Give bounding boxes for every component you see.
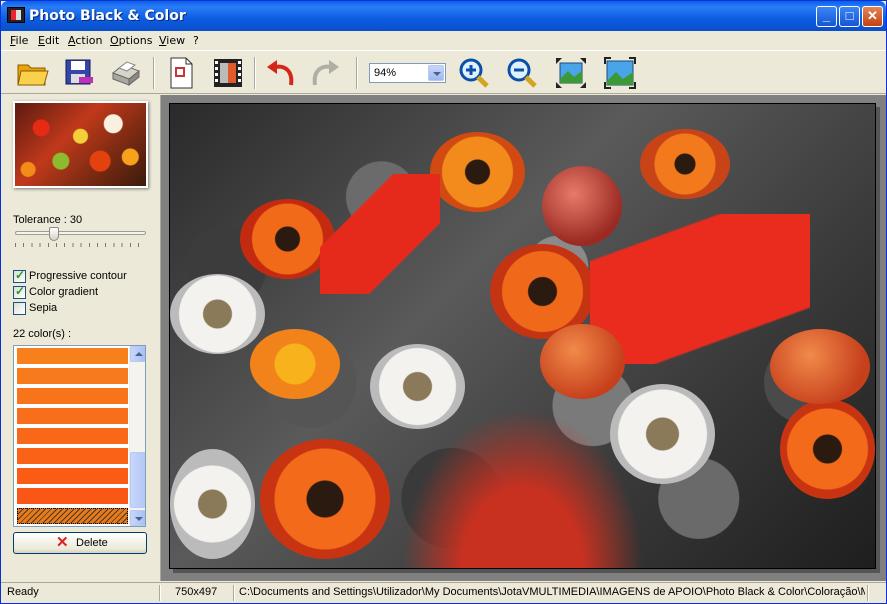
toolbar: 94%	[1, 50, 886, 94]
tolerance-label: Tolerance : 30	[13, 214, 83, 226]
image-dimensions: 750x497	[175, 586, 218, 598]
image-thumbnail[interactable]	[13, 101, 148, 188]
status-separator	[159, 585, 161, 601]
title-bar[interactable]: Photo Black & Color _ □ ✕	[1, 1, 886, 31]
status-separator	[233, 585, 235, 601]
delete-button[interactable]: ✕ Delete	[13, 532, 147, 554]
menu-options[interactable]: Options	[110, 34, 152, 47]
color-swatch[interactable]	[17, 408, 128, 424]
watermelon-slice	[320, 174, 440, 294]
color-swatch[interactable]	[17, 488, 128, 504]
chevron-down-icon[interactable]	[428, 65, 444, 81]
papaya-slice	[780, 399, 875, 499]
toolbar-separator	[254, 57, 256, 89]
tolerance-slider-thumb[interactable]	[49, 227, 59, 241]
white-flower	[170, 449, 255, 559]
window-title: Photo Black & Color	[29, 8, 186, 24]
scroll-thumb[interactable]	[130, 452, 145, 508]
mango	[540, 324, 625, 399]
delete-label: Delete	[76, 537, 108, 549]
color-swatch[interactable]	[17, 448, 128, 464]
menu-file[interactable]: File	[10, 34, 28, 47]
color-swatch[interactable]	[17, 468, 128, 484]
papaya-slice	[430, 132, 525, 212]
red-apple	[542, 166, 622, 246]
actual-size-icon[interactable]	[602, 55, 638, 91]
redo-icon[interactable]	[307, 55, 343, 91]
scroll-down-icon[interactable]	[130, 510, 145, 526]
open-folder-icon[interactable]	[15, 55, 51, 91]
photo-canvas[interactable]	[169, 103, 876, 569]
menu-edit[interactable]: Edit	[38, 34, 59, 47]
menu-view[interactable]: View	[159, 34, 185, 47]
color-gradient-checkbox[interactable]: Color gradient	[13, 284, 153, 300]
toolbar-separator	[356, 57, 358, 89]
new-document-icon[interactable]	[163, 55, 199, 91]
app-film-icon[interactable]	[7, 7, 25, 23]
white-flower	[370, 344, 465, 429]
color-list-scrollbar[interactable]	[129, 346, 145, 526]
white-flower	[170, 274, 265, 354]
papaya-slice	[640, 129, 730, 199]
color-swatch[interactable]	[17, 348, 128, 364]
slider-ticks	[15, 243, 146, 247]
color-swatch[interactable]	[17, 368, 128, 384]
zoom-select[interactable]: 94%	[369, 63, 446, 83]
print-icon[interactable]	[107, 55, 143, 91]
menu-bar: File Edit Action Options View ?	[1, 31, 886, 49]
papaya-slice	[260, 439, 390, 559]
zoom-out-icon[interactable]	[504, 55, 540, 91]
status-bar: Ready 750x497 C:\Documents and Settings\…	[1, 582, 886, 603]
zoom-in-icon[interactable]	[456, 55, 492, 91]
maximize-button[interactable]: □	[839, 6, 860, 27]
menu-help[interactable]: ?	[193, 34, 199, 47]
delete-x-icon: ✕	[56, 534, 69, 551]
colors-count-label: 22 color(s) :	[13, 328, 72, 340]
status-separator	[867, 585, 869, 601]
watermelon-slice	[590, 214, 810, 364]
fit-window-icon[interactable]	[553, 55, 589, 91]
mango	[770, 329, 870, 404]
scroll-up-icon[interactable]	[130, 346, 145, 362]
tolerance-slider[interactable]	[15, 231, 146, 235]
white-flower	[610, 384, 715, 484]
color-list[interactable]	[13, 345, 146, 527]
save-disk-icon[interactable]	[61, 55, 97, 91]
undo-icon[interactable]	[263, 55, 299, 91]
color-swatch[interactable]	[17, 388, 128, 404]
checkbox-label: Progressive contour	[29, 270, 127, 282]
close-button[interactable]: ✕	[862, 6, 883, 27]
checkbox-label: Sepia	[29, 302, 58, 314]
sepia-checkbox[interactable]: Sepia	[13, 302, 153, 316]
checkbox-box[interactable]	[13, 268, 26, 283]
status-text: Ready	[7, 586, 39, 598]
orange-flower	[250, 329, 340, 399]
minimize-button[interactable]: _	[816, 6, 837, 27]
options-panel: Tolerance : 30 Progressive contour Color…	[1, 95, 159, 581]
app-window: Photo Black & Color _ □ ✕ File Edit Acti…	[0, 0, 887, 604]
color-swatch[interactable]	[17, 428, 128, 444]
file-path: C:\Documents and Settings\Utilizador\My …	[239, 586, 865, 598]
color-swatch-selected[interactable]	[17, 508, 128, 524]
toolbar-separator	[153, 57, 155, 89]
checkbox-box[interactable]	[13, 302, 26, 315]
progressive-contour-checkbox[interactable]: Progressive contour	[13, 268, 153, 284]
film-icon[interactable]	[210, 55, 246, 91]
image-view[interactable]	[160, 95, 886, 581]
checkbox-label: Color gradient	[29, 286, 99, 298]
menu-action[interactable]: Action	[68, 34, 102, 47]
zoom-value: 94%	[374, 67, 397, 79]
checkbox-box[interactable]	[13, 284, 26, 299]
